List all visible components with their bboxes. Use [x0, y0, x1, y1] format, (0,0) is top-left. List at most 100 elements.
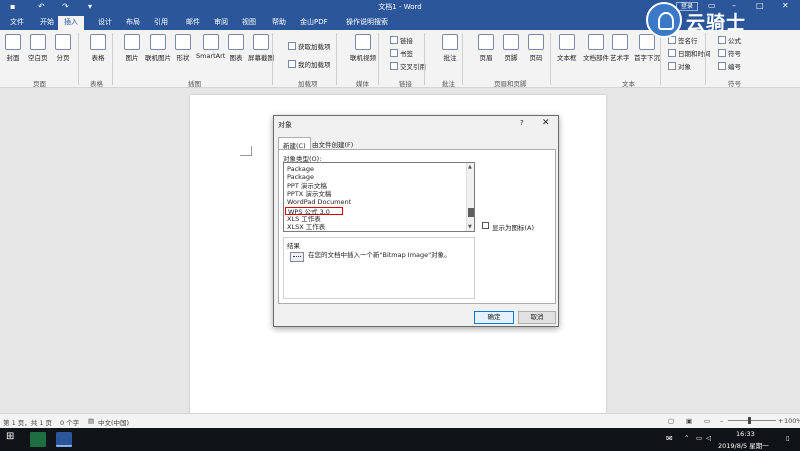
ribbon-button-17[interactable]: 艺术字 — [610, 34, 630, 62]
object-type-list[interactable]: XLSX 工作表 XLS 工作表 WPS 公式 3.0 WordPad Documen… — [283, 162, 475, 232]
ribbon-group-separator — [378, 33, 379, 85]
tab-create-from-file[interactable]: 由文件创建(F) — [308, 137, 357, 149]
read-mode-icon[interactable]: ▢ — [668, 417, 674, 425]
ribbon-small-icon-3 — [390, 49, 398, 57]
tab-0[interactable]: 文件 — [10, 17, 24, 27]
network-icon[interactable]: ▭ — [696, 434, 702, 442]
object-type-item[interactable]: XLSX 工作表 — [287, 223, 325, 231]
ribbon-small-label: 编号 — [728, 63, 741, 71]
object-type-item[interactable]: WordPad Document — [287, 198, 351, 206]
zoom-slider[interactable] — [728, 420, 776, 421]
print-layout-icon[interactable]: ▣ — [686, 417, 692, 425]
ribbon-small-button-1[interactable]: 我的加载项 — [288, 59, 331, 69]
ribbon-button-12[interactable]: 页眉 — [478, 34, 494, 62]
proofing-icon[interactable]: ▤ — [88, 417, 94, 425]
word-taskbar-icon[interactable] — [56, 432, 72, 447]
cancel-button[interactable]: 取消 — [518, 311, 556, 324]
tab-3[interactable]: 设计 — [98, 17, 112, 27]
object-type-item[interactable]: PPTX 演示文稿 — [287, 190, 331, 198]
ribbon-small-button-3[interactable]: 书签 — [390, 48, 413, 58]
ribbon-button-13[interactable]: 页脚 — [503, 34, 519, 62]
tab-2[interactable]: 插入 — [58, 16, 84, 30]
object-type-item[interactable]: WPS 公式 3.0 — [285, 206, 343, 216]
excel-taskbar-icon[interactable] — [30, 432, 46, 447]
tab-create-new[interactable]: 新建(C) — [278, 137, 311, 150]
object-type-item[interactable]: Package — [287, 173, 314, 181]
ribbon-button-7[interactable]: SmartArt — [196, 34, 225, 60]
ribbon-small-button-7[interactable]: 对象 — [668, 61, 691, 71]
start-icon[interactable]: ⊞ — [6, 431, 22, 446]
tray-up-icon[interactable]: ⌃ — [684, 434, 689, 442]
tab-4[interactable]: 布局 — [126, 17, 140, 27]
ok-button[interactable]: 确定 — [474, 311, 514, 324]
object-type-item[interactable]: XLS 工作表 — [287, 215, 321, 223]
ribbon-icon-16 — [588, 34, 604, 50]
ribbon-group-label-9: 符号 — [728, 80, 741, 88]
tab-8[interactable]: 视图 — [242, 17, 256, 27]
ribbon-button-label: 页脚 — [504, 54, 518, 62]
ribbon-button-label: 图片 — [125, 54, 139, 62]
display-as-icon-checkbox[interactable] — [482, 222, 489, 229]
ribbon-button-8[interactable]: 图表 — [228, 34, 244, 62]
tab-10[interactable]: 金山PDF — [300, 17, 328, 27]
ribbon-small-button-10[interactable]: 编号 — [718, 61, 741, 71]
web-layout-icon[interactable]: ▭ — [704, 417, 710, 425]
tab-5[interactable]: 引用 — [154, 17, 168, 27]
object-type-item[interactable]: Package — [287, 165, 314, 173]
dialog-close-button[interactable]: ✕ — [542, 118, 550, 128]
ribbon-icon-7 — [202, 34, 219, 50]
scroll-thumb[interactable] — [468, 208, 474, 217]
ribbon-icon-11 — [442, 34, 458, 50]
ribbon-button-label: 首字下沉 — [634, 54, 660, 62]
list-scrollbar[interactable]: ▲ ▼ — [466, 163, 474, 231]
clock-time[interactable]: 16:33 — [736, 430, 755, 438]
ribbon-button-label: 联机图片 — [145, 54, 171, 62]
volume-icon[interactable]: ◁ — [706, 434, 711, 442]
ribbon-small-label: 获取加载项 — [298, 43, 331, 51]
action-center-icon[interactable]: ▯ — [786, 434, 790, 442]
ribbon-small-button-2[interactable]: 链接 — [390, 35, 413, 45]
ribbon-button-10[interactable]: 联机视频 — [350, 34, 376, 62]
tab-11[interactable]: 操作说明搜索 — [346, 17, 388, 27]
ribbon-button-4[interactable]: 图片 — [124, 34, 140, 62]
word-count[interactable]: 0 个字 — [60, 417, 79, 427]
result-description: 在您的文档中插入一个新"Bitmap Image"对象。 — [308, 251, 451, 259]
ribbon-group-separator — [78, 33, 79, 85]
ribbon-icon-5 — [150, 34, 166, 50]
scroll-down-icon[interactable]: ▼ — [468, 224, 472, 230]
ribbon-button-3[interactable]: 表格 — [90, 34, 106, 62]
ribbon-small-button-4[interactable]: 交叉引用 — [390, 61, 426, 71]
tab-6[interactable]: 邮件 — [186, 17, 200, 27]
ribbon-icon-8 — [228, 34, 244, 50]
ribbon-button-2[interactable]: 分页 — [55, 34, 71, 62]
notification-icon[interactable]: ✉ — [666, 434, 673, 443]
ribbon-small-button-9[interactable]: 符号 — [718, 48, 741, 58]
ribbon-button-6[interactable]: 形状 — [175, 34, 191, 62]
language-status[interactable]: 中文(中国) — [98, 417, 129, 427]
ribbon-button-1[interactable]: 空白页 — [28, 34, 48, 62]
dialog-help-button[interactable]: ? — [520, 119, 524, 127]
ribbon-button-5[interactable]: 联机图片 — [145, 34, 171, 62]
clock-date[interactable]: 2019/8/5 星期一 — [718, 440, 769, 450]
ribbon-group-separator — [336, 33, 337, 85]
zoom-slider-thumb[interactable] — [748, 417, 751, 424]
zoom-level[interactable]: 100% — [784, 417, 800, 425]
zoom-in-icon[interactable]: + — [778, 417, 783, 425]
ribbon-button-11[interactable]: 批注 — [442, 34, 458, 62]
tab-7[interactable]: 审阅 — [214, 17, 228, 27]
ribbon-button-16[interactable]: 文档部件 — [583, 34, 609, 62]
ribbon-button-15[interactable]: 文本框 — [557, 34, 577, 62]
ribbon-button-9[interactable]: 屏幕截图 — [248, 34, 274, 62]
ribbon-small-icon-1 — [288, 60, 296, 68]
dialog-panel: 对象类型(O): XLSX 工作表 XLS 工作表 WPS 公式 3.0 WordPa… — [278, 149, 556, 304]
tab-9[interactable]: 帮助 — [272, 17, 286, 27]
ribbon-icon-6 — [175, 34, 191, 50]
object-type-item[interactable]: PPT 演示文稿 — [287, 182, 327, 190]
zoom-out-icon[interactable]: – — [720, 417, 723, 425]
ribbon-button-0[interactable]: 封面 — [5, 34, 21, 62]
tab-1[interactable]: 开始 — [40, 17, 54, 27]
page-count[interactable]: 第 1 页，共 1 页 — [3, 417, 52, 427]
ribbon-button-14[interactable]: 页码 — [528, 34, 544, 62]
scroll-up-icon[interactable]: ▲ — [468, 164, 472, 170]
ribbon-small-button-0[interactable]: 获取加载项 — [288, 41, 331, 51]
